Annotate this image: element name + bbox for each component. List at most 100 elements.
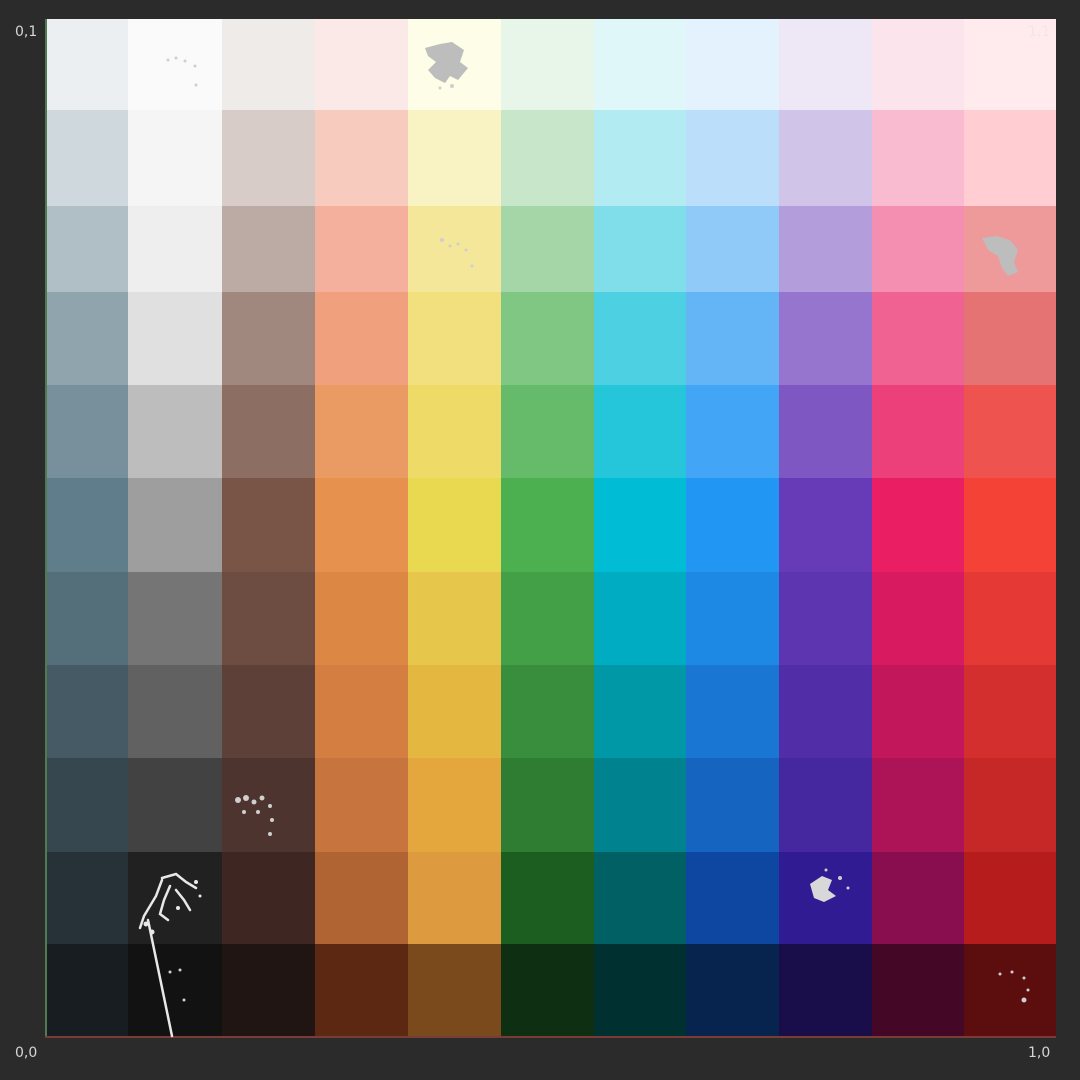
swatch-red-11 (964, 944, 1056, 1037)
swatch-green-8 (501, 665, 594, 758)
swatch-yellow-8 (408, 665, 501, 758)
swatch-blue-8 (686, 665, 779, 758)
swatch-blue-grey-6 (46, 478, 128, 572)
swatch-red-9 (964, 758, 1056, 852)
swatch-grey-8 (128, 665, 222, 758)
swatch-yellow-6 (408, 478, 501, 572)
swatch-orange-2 (315, 110, 408, 206)
swatch-cyan-1 (594, 19, 686, 110)
swatch-red-6 (964, 478, 1056, 572)
swatch-blue-grey-9 (46, 758, 128, 852)
swatch-green-11 (501, 944, 594, 1037)
swatch-orange-4 (315, 292, 408, 385)
color-palette-texture (46, 19, 1056, 1037)
swatch-orange-11 (315, 944, 408, 1037)
swatch-blue-9 (686, 758, 779, 852)
swatch-pink-4 (872, 292, 964, 385)
swatch-blue-grey-2 (46, 110, 128, 206)
swatch-blue-2 (686, 110, 779, 206)
swatch-blue-6 (686, 478, 779, 572)
swatch-blue-3 (686, 206, 779, 292)
swatch-green-3 (501, 206, 594, 292)
swatch-brown-2 (222, 110, 315, 206)
swatch-cyan-10 (594, 852, 686, 944)
swatch-deep-purple-1 (779, 19, 872, 110)
swatch-pink-10 (872, 852, 964, 944)
swatch-grey-9 (128, 758, 222, 852)
uv-editor-viewport[interactable]: 0,1 1,1 0,0 1,0 (0, 0, 1080, 1080)
swatch-pink-11 (872, 944, 964, 1037)
swatch-grey-1 (128, 19, 222, 110)
swatch-blue-7 (686, 572, 779, 665)
swatch-blue-grey-3 (46, 206, 128, 292)
swatch-cyan-2 (594, 110, 686, 206)
swatch-blue-grey-7 (46, 572, 128, 665)
swatch-grey-2 (128, 110, 222, 206)
v-axis-line (45, 19, 47, 1037)
swatch-red-5 (964, 385, 1056, 478)
swatch-pink-7 (872, 572, 964, 665)
swatch-deep-purple-8 (779, 665, 872, 758)
corner-label-bottom-right: 1,0 (1028, 1045, 1051, 1061)
swatch-green-10 (501, 852, 594, 944)
swatch-deep-purple-11 (779, 944, 872, 1037)
swatch-blue-grey-1 (46, 19, 128, 110)
swatch-pink-5 (872, 385, 964, 478)
swatch-pink-3 (872, 206, 964, 292)
swatch-yellow-9 (408, 758, 501, 852)
u-axis-line (45, 1036, 1056, 1038)
swatch-cyan-4 (594, 292, 686, 385)
swatch-blue-grey-11 (46, 944, 128, 1037)
swatch-deep-purple-10 (779, 852, 872, 944)
swatch-yellow-10 (408, 852, 501, 944)
swatch-orange-10 (315, 852, 408, 944)
swatch-red-10 (964, 852, 1056, 944)
corner-label-top-left: 0,1 (15, 24, 38, 40)
swatch-yellow-3 (408, 206, 501, 292)
swatch-yellow-1 (408, 19, 501, 110)
swatch-blue-grey-5 (46, 385, 128, 478)
swatch-brown-5 (222, 385, 315, 478)
swatch-deep-purple-9 (779, 758, 872, 852)
swatch-yellow-7 (408, 572, 501, 665)
swatch-deep-purple-6 (779, 478, 872, 572)
corner-label-top-right: 1,1 (1028, 24, 1051, 40)
swatch-brown-3 (222, 206, 315, 292)
swatch-grey-4 (128, 292, 222, 385)
swatch-cyan-7 (594, 572, 686, 665)
swatch-brown-11 (222, 944, 315, 1037)
swatch-blue-10 (686, 852, 779, 944)
swatch-blue-11 (686, 944, 779, 1037)
swatch-green-4 (501, 292, 594, 385)
swatch-grey-5 (128, 385, 222, 478)
swatch-pink-9 (872, 758, 964, 852)
swatch-red-3 (964, 206, 1056, 292)
swatch-orange-9 (315, 758, 408, 852)
swatch-orange-5 (315, 385, 408, 478)
swatch-grey-3 (128, 206, 222, 292)
swatch-yellow-2 (408, 110, 501, 206)
swatch-deep-purple-4 (779, 292, 872, 385)
swatch-pink-8 (872, 665, 964, 758)
uv-texture-area[interactable] (46, 19, 1056, 1037)
swatch-green-7 (501, 572, 594, 665)
swatch-yellow-11 (408, 944, 501, 1037)
swatch-grey-11 (128, 944, 222, 1037)
swatch-cyan-11 (594, 944, 686, 1037)
swatch-red-2 (964, 110, 1056, 206)
swatch-green-5 (501, 385, 594, 478)
swatch-deep-purple-3 (779, 206, 872, 292)
swatch-orange-7 (315, 572, 408, 665)
swatch-grey-7 (128, 572, 222, 665)
swatch-cyan-9 (594, 758, 686, 852)
swatch-orange-3 (315, 206, 408, 292)
swatch-cyan-6 (594, 478, 686, 572)
swatch-orange-1 (315, 19, 408, 110)
swatch-red-7 (964, 572, 1056, 665)
swatch-blue-grey-10 (46, 852, 128, 944)
swatch-brown-4 (222, 292, 315, 385)
swatch-brown-6 (222, 478, 315, 572)
corner-label-bottom-left: 0,0 (15, 1045, 38, 1061)
swatch-deep-purple-2 (779, 110, 872, 206)
swatch-blue-grey-8 (46, 665, 128, 758)
